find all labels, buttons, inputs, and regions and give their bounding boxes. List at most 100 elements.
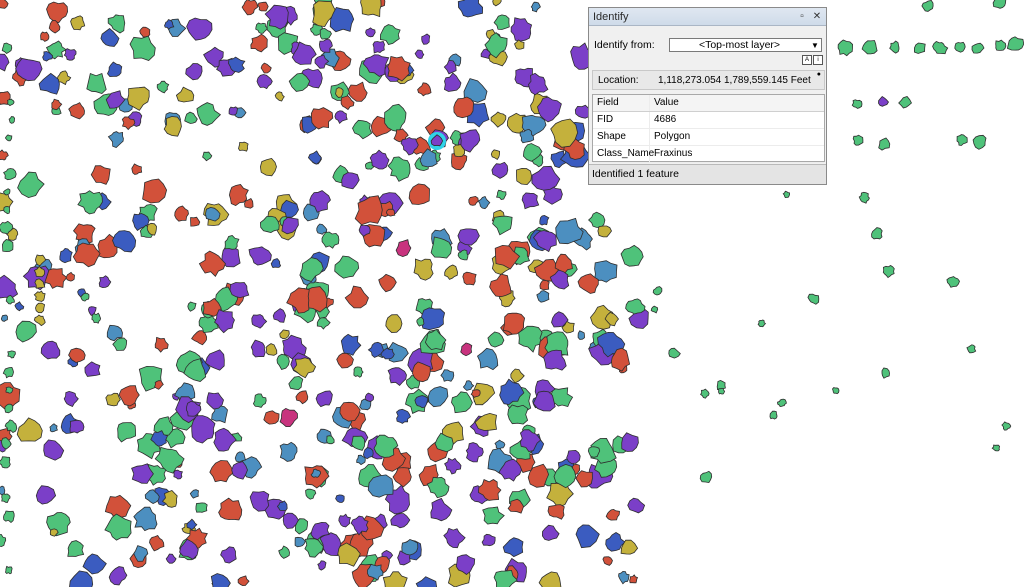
canopy-polygon[interactable] [440, 369, 455, 382]
canopy-polygon[interactable] [408, 183, 430, 205]
canopy-polygon[interactable] [699, 470, 713, 484]
canopy-polygon[interactable] [341, 172, 360, 190]
canopy-polygon[interactable] [229, 282, 250, 299]
canopy-polygon[interactable] [1001, 421, 1012, 431]
pin-icon[interactable]: ● [817, 71, 821, 78]
canopy-polygon[interactable] [70, 15, 86, 31]
canopy-polygon[interactable] [914, 42, 926, 54]
canopy-polygon[interactable] [292, 357, 317, 379]
canopy-polygon[interactable] [142, 178, 168, 204]
canopy-polygon[interactable] [107, 61, 123, 78]
canopy-polygon[interactable] [4, 403, 14, 414]
canopy-polygon[interactable] [84, 361, 101, 377]
canopy-polygon[interactable] [274, 91, 285, 102]
canopy-polygon[interactable] [107, 131, 124, 148]
canopy-polygon[interactable] [493, 14, 510, 30]
canopy-polygon[interactable] [597, 225, 612, 238]
canopy-polygon[interactable] [618, 570, 630, 585]
canopy-polygon[interactable] [627, 497, 646, 514]
canopy-polygon[interactable] [165, 553, 177, 564]
canopy-polygon[interactable] [40, 340, 61, 360]
canopy-polygon[interactable] [156, 80, 170, 94]
canopy-polygon[interactable] [184, 111, 198, 124]
canopy-polygon[interactable] [352, 119, 373, 140]
canopy-polygon[interactable] [516, 167, 532, 186]
canopy-polygon[interactable] [575, 524, 600, 549]
canopy-polygon[interactable] [882, 265, 895, 279]
canopy-polygon[interactable] [490, 111, 507, 128]
canopy-polygon[interactable] [149, 535, 165, 552]
canopy-polygon[interactable] [971, 42, 985, 54]
canopy-polygon[interactable] [536, 290, 550, 303]
canopy-polygon[interactable] [38, 72, 60, 95]
canopy-polygon[interactable] [365, 27, 376, 38]
canopy-polygon[interactable] [257, 1, 269, 12]
canopy-polygon[interactable] [954, 41, 966, 53]
canopy-polygon[interactable] [602, 556, 613, 566]
canopy-polygon[interactable] [395, 239, 412, 258]
table-row[interactable]: Shape Polygon [593, 129, 824, 146]
canopy-polygon[interactable] [133, 506, 158, 532]
canopy-polygon[interactable] [69, 419, 85, 434]
canopy-polygon[interactable] [228, 106, 238, 116]
canopy-polygon[interactable] [1006, 36, 1024, 51]
canopy-polygon[interactable] [131, 163, 143, 175]
canopy-polygon[interactable] [390, 513, 411, 529]
map-canvas[interactable] [0, 0, 1024, 587]
canopy-polygon[interactable] [382, 571, 408, 587]
canopy-polygon[interactable] [481, 533, 496, 547]
canopy-polygon[interactable] [528, 72, 549, 96]
canopy-polygon[interactable] [650, 305, 659, 314]
canopy-polygon[interactable] [335, 87, 344, 98]
canopy-polygon[interactable] [237, 575, 250, 587]
canopy-polygon[interactable] [668, 347, 681, 359]
canopy-polygon[interactable] [5, 386, 14, 394]
canopy-polygon[interactable] [316, 317, 331, 330]
canopy-polygon[interactable] [238, 141, 249, 152]
canopy-polygon[interactable] [340, 333, 362, 356]
canopy-polygon[interactable] [444, 264, 459, 280]
canopy-polygon[interactable] [63, 48, 77, 61]
canopy-polygon[interactable] [387, 367, 407, 386]
canopy-polygon[interactable] [353, 366, 364, 378]
canopy-polygon[interactable] [104, 513, 132, 541]
canopy-polygon[interactable] [577, 330, 585, 340]
canopy-polygon[interactable] [7, 350, 16, 359]
canopy-polygon[interactable] [453, 96, 475, 119]
canopy-polygon[interactable] [105, 392, 121, 407]
canopy-polygon[interactable] [468, 195, 479, 206]
canopy-polygon[interactable] [77, 190, 103, 215]
canopy-polygon[interactable] [451, 391, 473, 414]
canopy-polygon[interactable] [769, 410, 778, 420]
canopy-polygon[interactable] [807, 293, 820, 305]
canopy-polygon[interactable] [384, 103, 407, 133]
canopy-polygon[interactable] [605, 508, 620, 521]
canopy-polygon[interactable] [347, 81, 368, 102]
table-row[interactable]: FID 4686 [593, 112, 824, 129]
canopy-polygon[interactable] [878, 137, 891, 151]
canopy-polygon[interactable] [489, 273, 512, 298]
canopy-polygon[interactable] [279, 441, 298, 462]
canopy-polygon[interactable] [338, 513, 352, 528]
canopy-polygon[interactable] [15, 320, 37, 343]
canopy-polygon[interactable] [256, 74, 273, 90]
canopy-polygon[interactable] [490, 149, 501, 161]
canopy-polygon[interactable] [502, 537, 524, 558]
canopy-polygon[interactable] [248, 246, 272, 266]
canopy-polygon[interactable] [401, 539, 419, 556]
canopy-polygon[interactable] [315, 390, 333, 408]
canopy-polygon[interactable] [250, 339, 266, 358]
canopy-polygon[interactable] [270, 258, 282, 268]
canopy-polygon[interactable] [539, 214, 550, 226]
canopy-polygon[interactable] [547, 504, 565, 520]
canopy-polygon[interactable] [378, 273, 397, 293]
canopy-polygon[interactable] [541, 524, 560, 541]
canopy-polygon[interactable] [35, 485, 57, 505]
canopy-polygon[interactable] [360, 0, 382, 18]
canopy-polygon[interactable] [531, 165, 561, 191]
canopy-polygon[interactable] [344, 285, 369, 309]
canopy-polygon[interactable] [858, 191, 870, 204]
tree-canopy-map[interactable] [0, 0, 1024, 587]
canopy-polygon[interactable] [252, 393, 267, 408]
identify-titlebar[interactable]: Identify ▫ ✕ [589, 8, 826, 26]
